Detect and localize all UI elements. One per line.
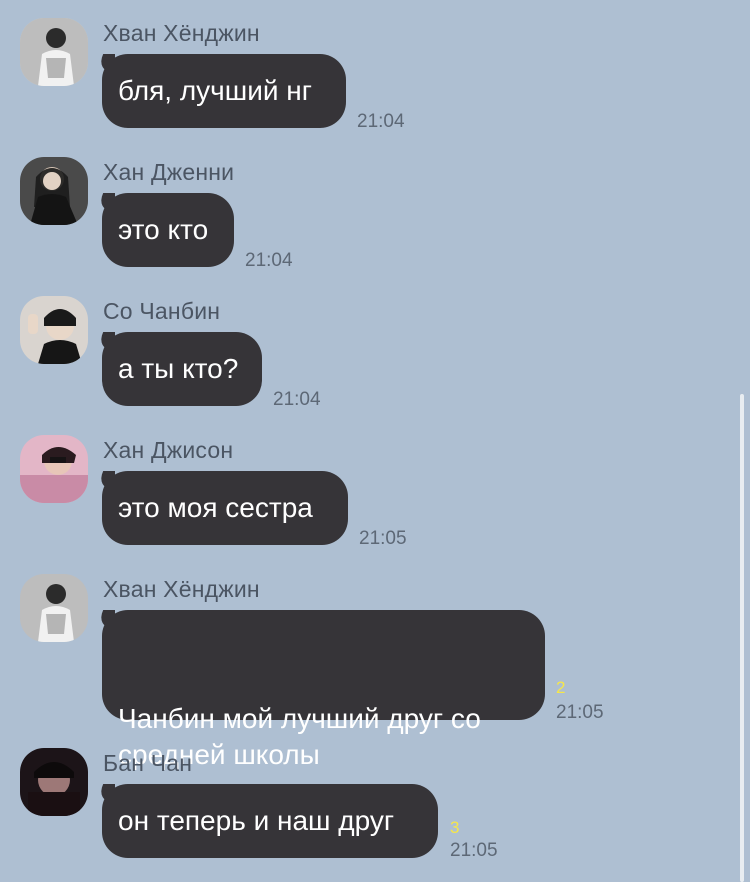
message-time: 21:05 xyxy=(359,528,407,549)
unread-count: 2 xyxy=(556,678,566,697)
avatar-hyunjin[interactable] xyxy=(20,574,88,642)
message-time: 21:04 xyxy=(357,111,405,132)
message-text: он теперь и наш друг xyxy=(118,805,395,836)
message-row: Бан Чан он теперь и наш друг 3 21:05 xyxy=(0,748,730,882)
sender-name: Со Чанбин xyxy=(103,298,221,324)
message-time: 21:04 xyxy=(273,389,321,410)
sender-name: Хан Джисон xyxy=(103,437,234,463)
sender-name: Бан Чан xyxy=(103,750,193,776)
sender-name: Хан Дженни xyxy=(103,159,235,185)
bubble-tail xyxy=(93,332,115,354)
message-bubble[interactable]: это кто xyxy=(102,193,234,267)
avatar-jisung[interactable] xyxy=(20,435,88,503)
message-bubble[interactable]: Чанбин мой лучший друг со средней школы xyxy=(102,610,545,770)
message-bubble[interactable]: а ты кто? xyxy=(102,332,262,406)
message-bubble[interactable]: бля, лучший нг xyxy=(102,54,346,128)
message-text: это моя сестра xyxy=(118,492,313,523)
avatar-bangchan[interactable] xyxy=(20,748,88,816)
message-row: Со Чанбин а ты кто? 21:04 xyxy=(0,296,730,411)
unread-count: 3 xyxy=(450,818,460,837)
avatar-hyunjin[interactable] xyxy=(20,18,88,86)
scrollbar[interactable] xyxy=(740,394,744,882)
message-time: 21:05 xyxy=(450,840,498,861)
message-bubble[interactable]: он теперь и наш друг xyxy=(102,784,438,858)
avatar-jennie[interactable] xyxy=(20,157,88,225)
sender-name: Хван Хёнджин xyxy=(103,20,260,46)
message-text: бля, лучший нг xyxy=(118,75,312,106)
message-text: это кто xyxy=(118,214,209,245)
bubble-tail xyxy=(93,54,115,76)
bubble-tail xyxy=(93,471,115,493)
bubble-tail xyxy=(93,610,115,632)
bubble-tail xyxy=(93,193,115,215)
message-row: Хан Джисон это моя сестра 21:05 xyxy=(0,435,730,550)
message-row: Хван Хёнджин бля, лучший нг 21:04 xyxy=(0,18,730,133)
message-bubble[interactable]: это моя сестра xyxy=(102,471,348,545)
message-text: а ты кто? xyxy=(118,353,239,384)
chat-message-list[interactable]: Хван Хёнджин бля, лучший нг 21:04 Хан Дж… xyxy=(0,0,750,882)
avatar-changbin[interactable] xyxy=(20,296,88,364)
sender-name: Хван Хёнджин xyxy=(103,576,260,602)
message-row: Хван Хёнджин Чанбин мой лучший друг со с… xyxy=(0,574,730,770)
message-time: 21:04 xyxy=(245,250,293,271)
message-time: 21:05 xyxy=(556,702,604,723)
bubble-tail xyxy=(93,784,115,806)
message-row: Хан Дженни это кто 21:04 xyxy=(0,157,730,272)
